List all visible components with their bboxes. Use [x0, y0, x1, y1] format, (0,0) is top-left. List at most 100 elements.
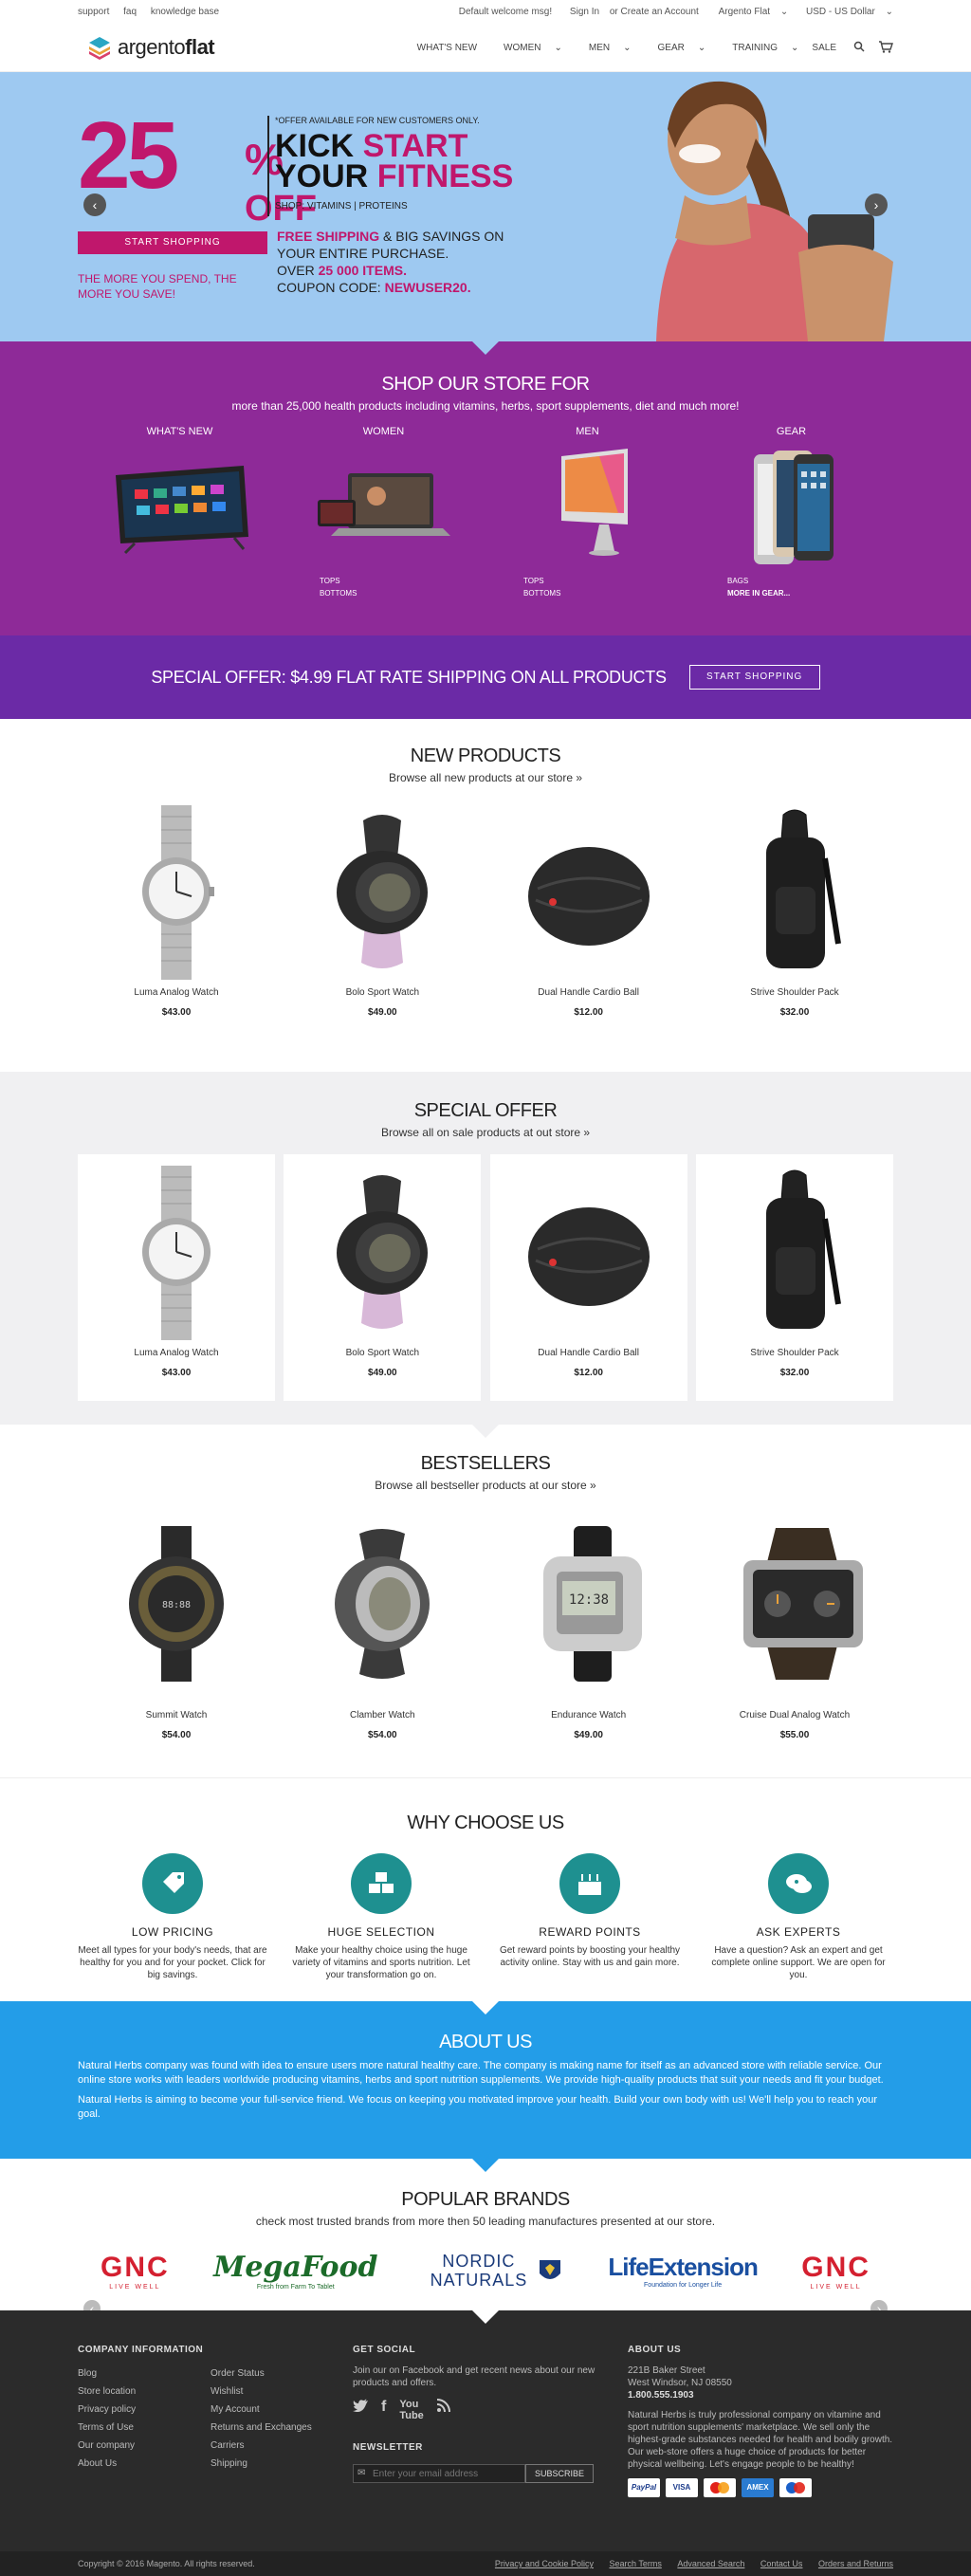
category-whats-new[interactable]: WHAT'S NEW: [78, 426, 282, 599]
knowledge-base-link[interactable]: knowledge base: [151, 7, 219, 17]
footer-link-about[interactable]: About Us: [78, 2455, 211, 2473]
search-icon[interactable]: [853, 41, 865, 55]
product-name[interactable]: Strive Shoulder Pack: [696, 1348, 893, 1358]
footer-link-wishlist[interactable]: Wishlist: [211, 2383, 312, 2401]
product-name[interactable]: Luma Analog Watch: [78, 1348, 275, 1358]
product-name[interactable]: Clamber Watch: [284, 1710, 481, 1720]
nav-women[interactable]: WOMEN ⌄: [490, 43, 562, 53]
footer-link-store-location[interactable]: Store location: [78, 2383, 211, 2401]
youtube-icon[interactable]: You Tube: [399, 2399, 423, 2421]
create-account-link[interactable]: Create an Account: [621, 7, 699, 17]
product-name[interactable]: Bolo Sport Watch: [284, 1348, 481, 1358]
product-image[interactable]: 88:88: [78, 1524, 275, 1684]
product-card[interactable]: Clamber Watch $54.00: [284, 1524, 481, 1740]
footer-link-returns[interactable]: Returns and Exchanges: [211, 2419, 312, 2437]
facebook-icon[interactable]: f: [381, 2399, 386, 2421]
product-card[interactable]: Cruise Dual Analog Watch $55.00: [696, 1524, 893, 1740]
hero-prev-arrow[interactable]: ‹: [83, 193, 106, 216]
product-name[interactable]: Summit Watch: [78, 1710, 275, 1720]
product-image[interactable]: [78, 801, 275, 982]
bottom-link-orders-returns[interactable]: Orders and Returns: [818, 2559, 893, 2568]
product-image[interactable]: [696, 801, 893, 982]
section-subtitle[interactable]: Browse all new products at our store »: [0, 771, 971, 784]
footer-link-carriers[interactable]: Carriers: [211, 2437, 312, 2455]
women-tops-link[interactable]: TOPS: [320, 575, 486, 587]
product-name[interactable]: Endurance Watch: [490, 1710, 687, 1720]
section-subtitle[interactable]: Browse all bestseller products at our st…: [0, 1479, 971, 1492]
product-image[interactable]: [490, 801, 687, 982]
category-women[interactable]: WOMEN TOPS BOTTOMS: [282, 426, 486, 599]
category-title[interactable]: GEAR: [689, 426, 893, 437]
footer-link-order-status[interactable]: Order Status: [211, 2364, 312, 2383]
nav-men[interactable]: MEN ⌄: [576, 43, 632, 53]
hero-shop-line[interactable]: SHOP: VITAMINS | PROTEINS: [275, 201, 408, 212]
rss-icon[interactable]: [436, 2399, 450, 2421]
category-title[interactable]: WOMEN: [282, 426, 486, 437]
product-card[interactable]: 12:38 Endurance Watch $49.00: [490, 1524, 687, 1740]
support-link[interactable]: support: [78, 7, 109, 17]
brand-logo[interactable]: MegaFood Fresh from Farm To Tablet: [213, 2251, 377, 2291]
category-gear[interactable]: GEAR BAGS MORE IN GEAR...: [689, 426, 893, 599]
product-image[interactable]: [284, 1524, 481, 1684]
product-card[interactable]: Strive Shoulder Pack $32.00: [695, 1154, 893, 1401]
special-offer-start-button[interactable]: START SHOPPING: [688, 665, 820, 690]
product-card[interactable]: Luma Analog Watch $43.00: [78, 801, 275, 1018]
sign-in-link[interactable]: Sign In: [570, 7, 599, 17]
bottom-link-advanced-search[interactable]: Advanced Search: [677, 2559, 744, 2568]
product-name[interactable]: Luma Analog Watch: [78, 987, 275, 998]
section-subtitle[interactable]: Browse all on sale products at out store…: [0, 1126, 971, 1139]
footer-link-blog[interactable]: Blog: [78, 2364, 211, 2383]
store-switcher[interactable]: Argento Flat ⌄: [711, 7, 789, 17]
product-name[interactable]: Bolo Sport Watch: [284, 987, 481, 998]
subscribe-button[interactable]: SUBSCRIBE: [525, 2464, 594, 2483]
product-card[interactable]: Dual Handle Cardio Ball $12.00: [489, 1154, 687, 1401]
product-card[interactable]: 88:88 Summit Watch $54.00: [78, 1524, 275, 1740]
product-card[interactable]: Strive Shoulder Pack $32.00: [696, 801, 893, 1018]
brand-logo[interactable]: GNC LIVE WELL: [801, 2252, 870, 2291]
bottom-link-contact[interactable]: Contact Us: [760, 2559, 803, 2568]
brand-logo[interactable]: NORDIC NATURALS: [422, 2252, 564, 2290]
product-name[interactable]: Strive Shoulder Pack: [696, 987, 893, 998]
brand-logo[interactable]: GNC LIVE WELL: [101, 2252, 170, 2291]
brand-logo[interactable]: LifeExtension Foundation for Longer Life: [608, 2253, 758, 2289]
product-name[interactable]: Dual Handle Cardio Ball: [490, 1348, 687, 1358]
product-image[interactable]: [696, 1524, 893, 1684]
cart-icon[interactable]: [878, 40, 893, 56]
product-card[interactable]: Bolo Sport Watch $49.00: [284, 801, 481, 1018]
product-image[interactable]: [284, 801, 481, 982]
nav-whats-new[interactable]: WHAT'S NEW: [417, 43, 477, 53]
category-title[interactable]: MEN: [486, 426, 689, 437]
product-image[interactable]: 12:38: [490, 1524, 687, 1684]
product-card[interactable]: Bolo Sport Watch $49.00: [284, 1154, 482, 1401]
product-image[interactable]: [78, 1162, 275, 1342]
gear-bags-link[interactable]: BAGS: [727, 575, 893, 587]
footer-link-privacy[interactable]: Privacy policy: [78, 2401, 211, 2419]
product-card[interactable]: Dual Handle Cardio Ball $12.00: [490, 801, 687, 1018]
product-image[interactable]: [490, 1162, 687, 1342]
newsletter-email-input[interactable]: [353, 2464, 525, 2483]
product-card[interactable]: Luma Analog Watch $43.00: [78, 1154, 275, 1401]
nav-training[interactable]: TRAINING ⌄: [719, 43, 798, 53]
twitter-icon[interactable]: [353, 2399, 368, 2421]
product-name[interactable]: Cruise Dual Analog Watch: [696, 1710, 893, 1720]
men-bottoms-link[interactable]: BOTTOMS: [523, 587, 689, 599]
category-men[interactable]: MEN TOPS BOTTOMS: [486, 426, 689, 599]
nav-gear[interactable]: GEAR ⌄: [645, 43, 706, 53]
faq-link[interactable]: faq: [123, 7, 137, 17]
bottom-link-search-terms[interactable]: Search Terms: [609, 2559, 661, 2568]
men-tops-link[interactable]: TOPS: [523, 575, 689, 587]
category-title[interactable]: WHAT'S NEW: [78, 426, 282, 437]
hero-start-shopping-button[interactable]: START SHOPPING: [78, 231, 267, 254]
hero-next-arrow[interactable]: ›: [865, 193, 888, 216]
bottom-link-privacy[interactable]: Privacy and Cookie Policy: [495, 2559, 594, 2568]
women-bottoms-link[interactable]: BOTTOMS: [320, 587, 486, 599]
product-image[interactable]: [696, 1162, 893, 1342]
nav-sale[interactable]: SALE: [812, 43, 836, 53]
product-name[interactable]: Dual Handle Cardio Ball: [490, 987, 687, 998]
footer-link-company[interactable]: Our company: [78, 2437, 211, 2455]
footer-link-shipping[interactable]: Shipping: [211, 2455, 312, 2473]
currency-switcher[interactable]: USD - US Dollar ⌄: [798, 7, 893, 17]
footer-link-account[interactable]: My Account: [211, 2401, 312, 2419]
logo[interactable]: argento flat: [87, 35, 215, 60]
product-image[interactable]: [284, 1162, 481, 1342]
